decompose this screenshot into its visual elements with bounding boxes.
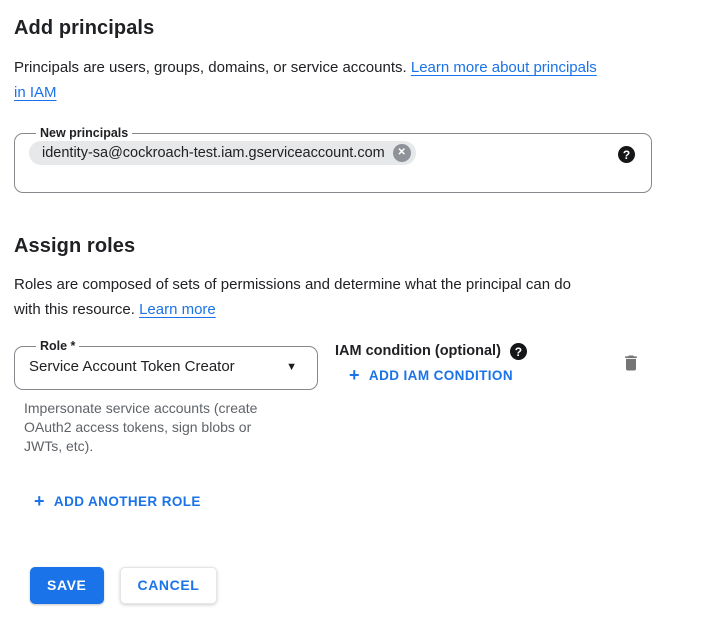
save-button[interactable]: SAVE — [30, 567, 104, 604]
role-select-value-row[interactable]: Service Account Token Creator ▼ — [29, 354, 303, 389]
role-select-label: Role * — [36, 339, 79, 354]
new-principals-field[interactable]: New principals identity-sa@cockroach-tes… — [14, 126, 652, 193]
add-iam-condition-label: ADD IAM CONDITION — [369, 367, 513, 384]
chip-remove-icon[interactable]: ✕ — [393, 144, 411, 162]
cancel-button[interactable]: CANCEL — [120, 567, 218, 604]
delete-role-button[interactable] — [621, 352, 641, 374]
iam-condition-help-icon[interactable]: ? — [510, 343, 527, 360]
principal-chip-text: identity-sa@cockroach-test.iam.gservicea… — [42, 144, 385, 162]
iam-condition-label: IAM condition (optional) — [335, 343, 501, 360]
iam-condition-column: IAM condition (optional) ? + ADD IAM CON… — [335, 339, 621, 386]
dropdown-arrow-icon: ▼ — [286, 362, 297, 373]
role-helper-text: Impersonate service accounts (create OAu… — [24, 399, 318, 456]
new-principals-help-icon[interactable]: ? — [618, 146, 635, 163]
add-principals-panel: Add principals Principals are users, gro… — [0, 0, 713, 604]
role-row: Role * Service Account Token Creator ▼ I… — [14, 339, 655, 456]
principal-chip: identity-sa@cockroach-test.iam.gservicea… — [29, 141, 416, 165]
add-another-role-row: + ADD ANOTHER ROLE — [34, 493, 713, 512]
role-select[interactable]: Role * Service Account Token Creator ▼ — [14, 339, 318, 390]
add-another-role-button[interactable]: + ADD ANOTHER ROLE — [34, 493, 201, 510]
assign-roles-paragraph: Roles are composed of sets of permission… — [14, 272, 654, 322]
delete-role-column — [621, 339, 655, 379]
iam-condition-label-row: IAM condition (optional) ? — [335, 343, 621, 360]
role-column: Role * Service Account Token Creator ▼ I… — [14, 339, 318, 456]
assign-roles-description: Roles are composed of sets of permission… — [14, 276, 571, 318]
new-principals-input-area[interactable]: identity-sa@cockroach-test.iam.gservicea… — [29, 141, 637, 192]
page-title: Add principals — [14, 16, 713, 40]
add-another-role-label: ADD ANOTHER ROLE — [54, 493, 201, 510]
role-select-value: Service Account Token Creator — [29, 358, 235, 376]
plus-icon: + — [34, 492, 45, 510]
add-iam-condition-button[interactable]: + ADD IAM CONDITION — [349, 367, 513, 384]
delete-icon — [621, 352, 641, 374]
intro-text: Principals are users, groups, domains, o… — [14, 59, 407, 76]
learn-more-roles-link[interactable]: Learn more — [139, 301, 216, 318]
new-principals-label: New principals — [36, 126, 132, 141]
plus-icon: + — [349, 366, 360, 384]
assign-roles-title: Assign roles — [14, 234, 713, 258]
action-buttons: SAVE CANCEL — [30, 567, 713, 604]
intro-paragraph: Principals are users, groups, domains, o… — [14, 55, 666, 105]
